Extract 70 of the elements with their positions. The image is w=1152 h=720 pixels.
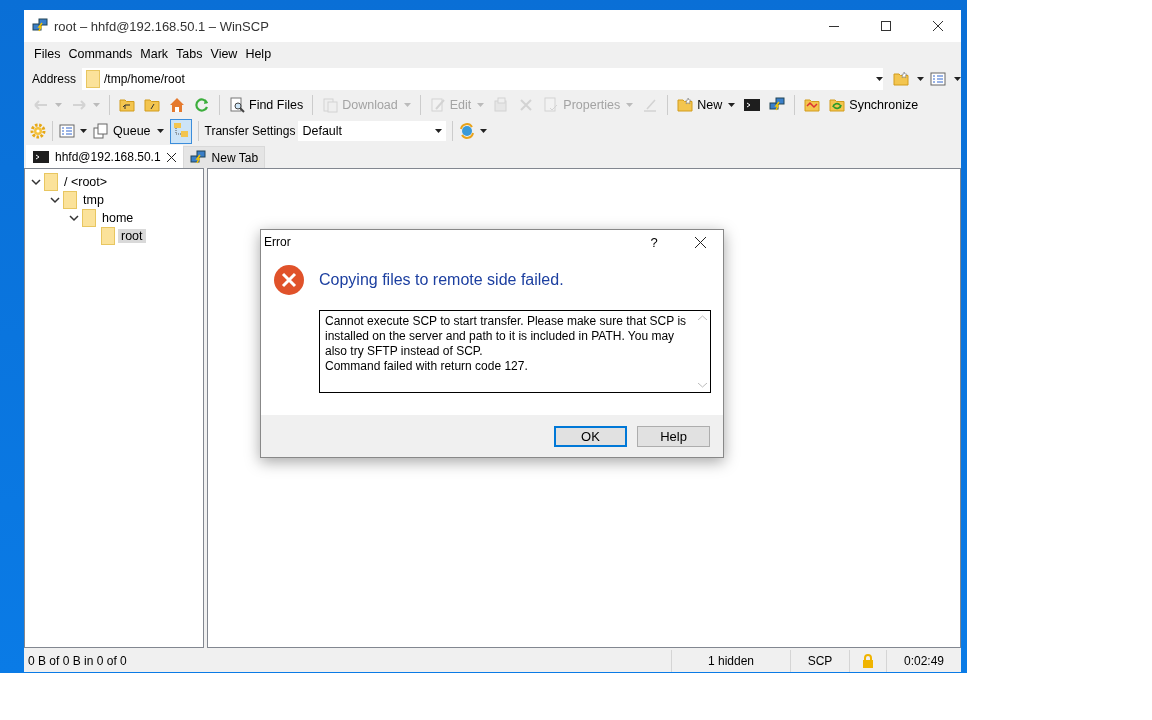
folder-tree-icon[interactable] bbox=[172, 121, 189, 138]
tree-item[interactable]: root bbox=[118, 229, 146, 243]
folder-icon bbox=[82, 209, 96, 227]
folder-icon bbox=[44, 173, 58, 191]
padlock-icon bbox=[860, 653, 876, 669]
error-message: Cannot execute SCP to start transfer. Please make sure that SCP is installed on the server and path to it is included in PATH. You may also try SFTP instead of SCP. bbox=[325, 314, 688, 359]
folder-icon bbox=[86, 70, 101, 88]
menu-item[interactable]: Files bbox=[30, 45, 65, 63]
toolbar-button[interactable]: Synchronize bbox=[826, 95, 922, 115]
expanded-chevron-icon[interactable] bbox=[69, 213, 79, 223]
tree-item[interactable]: home bbox=[99, 211, 137, 225]
window-title: root – hhfd@192.168.50.1 – WinSCP bbox=[54, 18, 270, 34]
queue-icon[interactable] bbox=[93, 123, 109, 139]
session-tab[interactable]: hhfd@192.168.50.1 bbox=[26, 145, 183, 168]
error-icon bbox=[273, 264, 305, 296]
new-folder-icon[interactable] bbox=[893, 71, 909, 87]
session-tab[interactable]: New Tab bbox=[182, 146, 266, 168]
gear-icon[interactable] bbox=[30, 123, 46, 139]
expanded-chevron-icon[interactable] bbox=[50, 195, 60, 205]
menu-item[interactable]: Mark bbox=[136, 45, 173, 63]
sync-folder-icon[interactable] bbox=[829, 97, 846, 113]
list-view-icon[interactable] bbox=[59, 123, 75, 139]
help-question-button[interactable]: ? bbox=[631, 234, 677, 250]
dialog-title: Error bbox=[264, 235, 292, 249]
menu-item[interactable]: Tabs bbox=[172, 45, 207, 63]
computers-lightning-icon bbox=[32, 18, 48, 34]
folder-icon bbox=[63, 191, 77, 209]
dropdown-caret-icon[interactable] bbox=[435, 129, 443, 133]
dropdown-caret-icon[interactable] bbox=[728, 103, 736, 107]
dropdown-caret-icon[interactable] bbox=[80, 129, 87, 133]
dropdown-caret-icon[interactable] bbox=[954, 77, 961, 81]
error-message: Command failed with return code 127. bbox=[325, 359, 529, 374]
menu-item[interactable]: View bbox=[206, 45, 242, 63]
tree-item[interactable]: / <root> bbox=[61, 175, 111, 189]
error-heading: Copying files to remote side failed. bbox=[319, 271, 564, 289]
status-text: 1 hidden bbox=[671, 650, 790, 672]
list-view-icon[interactable] bbox=[930, 71, 946, 87]
minimize-icon[interactable] bbox=[829, 25, 839, 27]
menu-item[interactable]: Commands bbox=[64, 45, 137, 63]
toolbar-button[interactable]: Find Files bbox=[226, 95, 307, 115]
folder-icon bbox=[101, 227, 115, 245]
tree-item[interactable]: tmp bbox=[80, 193, 107, 207]
computers-lightning-icon bbox=[189, 149, 206, 166]
find-document-icon[interactable] bbox=[229, 97, 245, 113]
new-folder-icon[interactable] bbox=[677, 97, 694, 113]
transfer-settings-combo[interactable]: Default bbox=[298, 121, 447, 141]
dialog-button[interactable]: OK bbox=[554, 425, 627, 447]
transfer-settings-label: Transfer Settings bbox=[204, 124, 296, 138]
status-text: 0 B of 0 B in 0 of 0 bbox=[27, 653, 128, 670]
expanded-chevron-icon[interactable] bbox=[31, 177, 41, 187]
dialog-button[interactable]: Help bbox=[637, 425, 710, 447]
dropdown-caret-icon[interactable] bbox=[917, 77, 924, 81]
dropdown-caret-icon[interactable] bbox=[876, 77, 883, 81]
status-text: SCP bbox=[790, 650, 849, 672]
dropdown-caret-icon[interactable] bbox=[156, 129, 164, 133]
scroll-up-icon[interactable] bbox=[698, 315, 707, 320]
close-icon[interactable] bbox=[694, 236, 706, 248]
menu-item[interactable]: Help bbox=[241, 45, 276, 63]
close-icon[interactable] bbox=[933, 21, 943, 31]
queue-button[interactable]: Queue bbox=[90, 121, 167, 141]
address-field[interactable]: /tmp/home/root bbox=[82, 68, 883, 90]
close-icon[interactable] bbox=[166, 152, 176, 162]
dropdown-caret-icon[interactable] bbox=[480, 129, 488, 133]
scroll-down-icon[interactable] bbox=[698, 383, 707, 388]
address-label: Address bbox=[32, 72, 77, 86]
status-text: 0:02:49 bbox=[886, 650, 961, 672]
tree-toggle-button[interactable] bbox=[169, 118, 192, 144]
toolbar-button[interactable]: New bbox=[674, 95, 739, 115]
terminal-icon bbox=[33, 149, 49, 165]
maximize-icon[interactable] bbox=[881, 21, 891, 31]
